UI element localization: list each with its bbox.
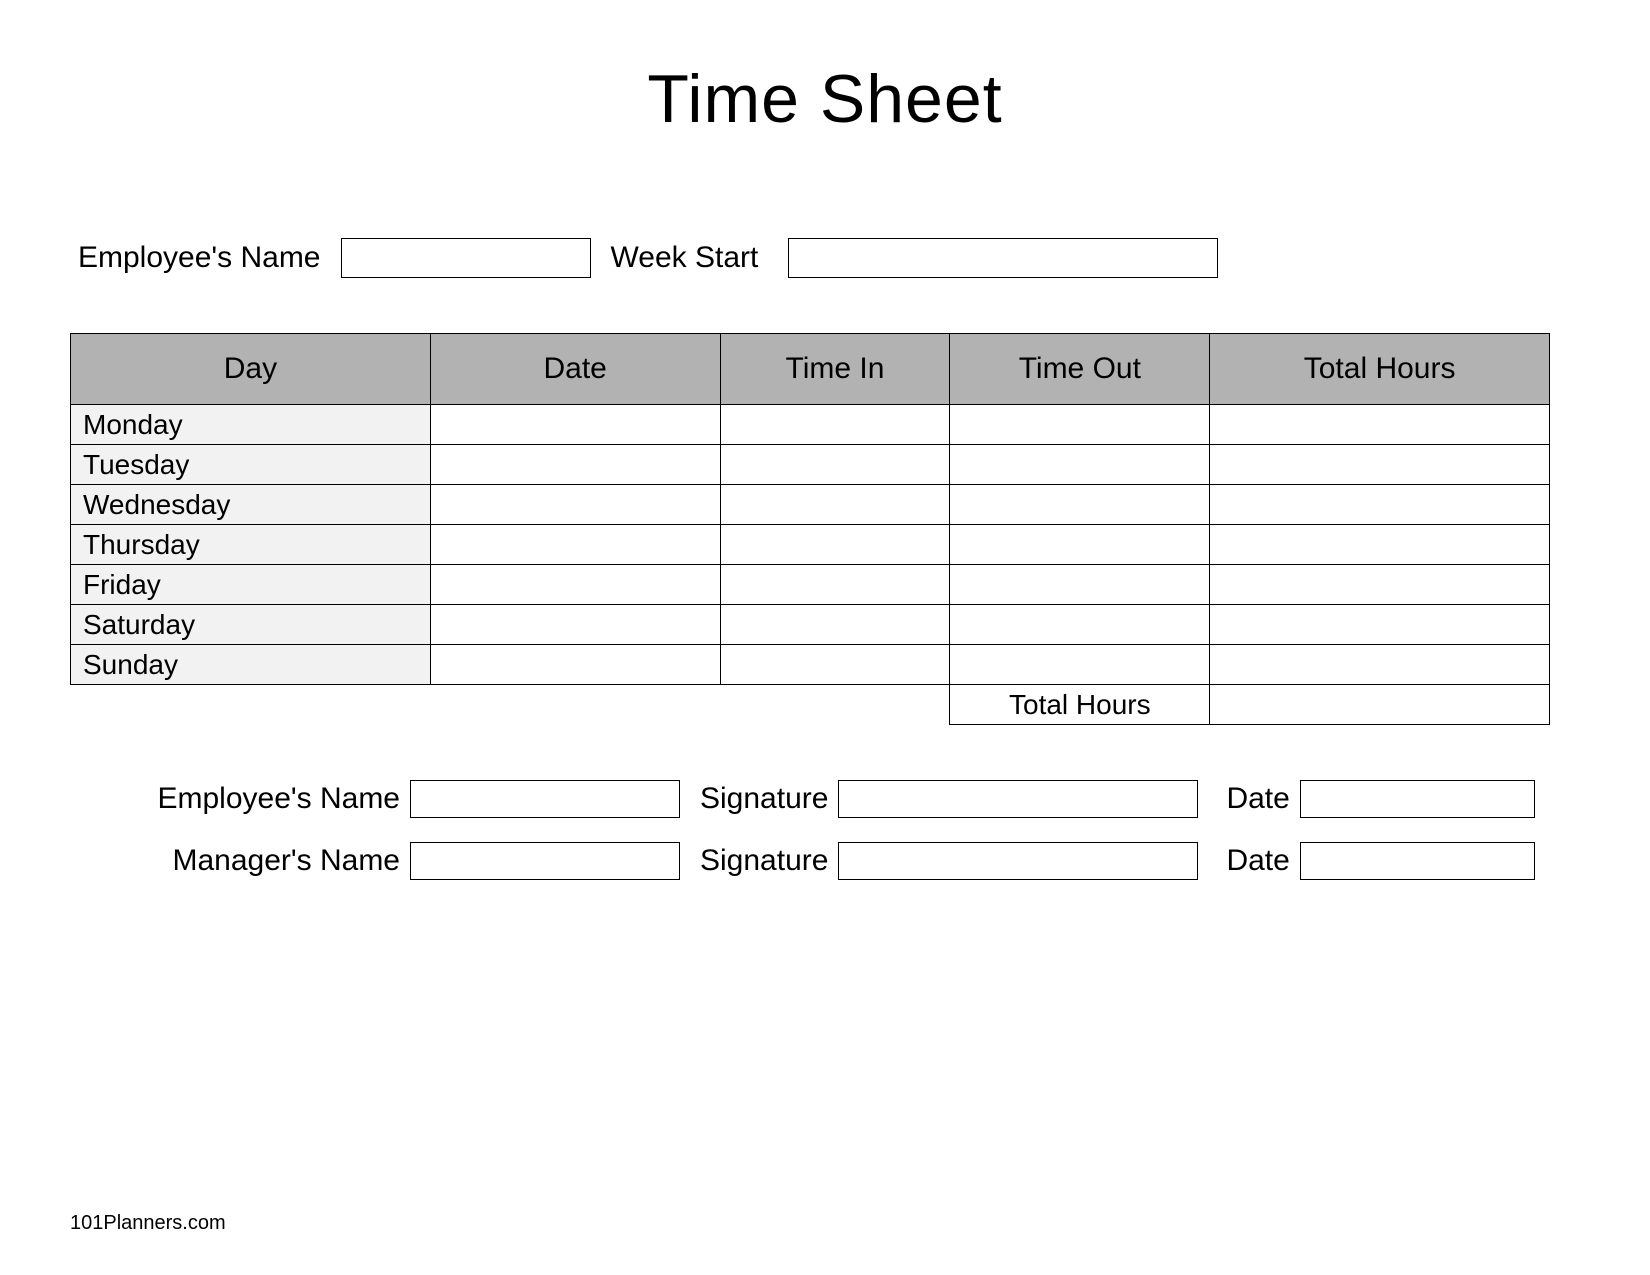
employee-signature-label: Signature	[700, 782, 828, 816]
cell-date[interactable]	[430, 405, 720, 445]
cell-date[interactable]	[430, 485, 720, 525]
cell-day: Sunday	[71, 645, 431, 685]
page-title: Time Sheet	[70, 60, 1580, 138]
employee-name-input[interactable]	[341, 238, 591, 278]
cell-time-out[interactable]	[950, 525, 1210, 565]
cell-time-in[interactable]	[720, 605, 950, 645]
cell-total[interactable]	[1210, 605, 1550, 645]
cell-total[interactable]	[1210, 565, 1550, 605]
table-row: Wednesday	[71, 485, 1550, 525]
header-total-hours: Total Hours	[1210, 334, 1550, 405]
employee-name-label: Employee's Name	[100, 782, 400, 816]
table-row: Monday	[71, 405, 1550, 445]
header-day: Day	[71, 334, 431, 405]
manager-date-label: Date	[1226, 844, 1289, 878]
table-row: Tuesday	[71, 445, 1550, 485]
spacer-cell	[430, 685, 720, 725]
cell-time-out[interactable]	[950, 565, 1210, 605]
cell-date[interactable]	[430, 525, 720, 565]
table-row: Friday	[71, 565, 1550, 605]
table-header-row: Day Date Time In Time Out Total Hours	[71, 334, 1550, 405]
cell-day: Monday	[71, 405, 431, 445]
cell-date[interactable]	[430, 645, 720, 685]
cell-time-in[interactable]	[720, 525, 950, 565]
signoff-section: Employee's Name Signature Date Manager's…	[70, 780, 1580, 880]
spacer-cell	[71, 685, 431, 725]
table-footer-row: Total Hours	[71, 685, 1550, 725]
cell-time-in[interactable]	[720, 645, 950, 685]
cell-day: Thursday	[71, 525, 431, 565]
table-row: Saturday	[71, 605, 1550, 645]
cell-day: Saturday	[71, 605, 431, 645]
cell-date[interactable]	[430, 565, 720, 605]
week-start-input[interactable]	[788, 238, 1218, 278]
cell-total[interactable]	[1210, 405, 1550, 445]
spacer-cell	[720, 685, 950, 725]
table-row: Sunday	[71, 645, 1550, 685]
employee-name-label: Employee's Name	[78, 241, 321, 275]
cell-time-out[interactable]	[950, 645, 1210, 685]
cell-time-out[interactable]	[950, 605, 1210, 645]
manager-signature-label: Signature	[700, 844, 828, 878]
cell-day: Friday	[71, 565, 431, 605]
manager-name-label: Manager's Name	[100, 844, 400, 878]
cell-time-in[interactable]	[720, 405, 950, 445]
table-row: Thursday	[71, 525, 1550, 565]
week-start-label: Week Start	[611, 241, 759, 275]
footer-brand: 101Planners.com	[70, 1212, 226, 1235]
cell-total[interactable]	[1210, 525, 1550, 565]
cell-day: Tuesday	[71, 445, 431, 485]
timesheet-table: Day Date Time In Time Out Total Hours Mo…	[70, 333, 1550, 725]
manager-signature-input[interactable]	[838, 842, 1198, 880]
manager-signoff-row: Manager's Name Signature Date	[100, 842, 1580, 880]
header-time-out: Time Out	[950, 334, 1210, 405]
employee-signature-input[interactable]	[838, 780, 1198, 818]
manager-date-input[interactable]	[1300, 842, 1535, 880]
employee-date-input[interactable]	[1300, 780, 1535, 818]
employee-signoff-row: Employee's Name Signature Date	[100, 780, 1580, 818]
header-fields: Employee's Name Week Start	[70, 238, 1580, 278]
cell-day: Wednesday	[71, 485, 431, 525]
cell-time-out[interactable]	[950, 445, 1210, 485]
cell-time-out[interactable]	[950, 485, 1210, 525]
total-hours-label: Total Hours	[950, 685, 1210, 725]
cell-time-in[interactable]	[720, 445, 950, 485]
cell-total[interactable]	[1210, 645, 1550, 685]
header-date: Date	[430, 334, 720, 405]
employee-date-label: Date	[1226, 782, 1289, 816]
cell-date[interactable]	[430, 445, 720, 485]
cell-time-in[interactable]	[720, 485, 950, 525]
cell-total[interactable]	[1210, 445, 1550, 485]
total-hours-value[interactable]	[1210, 685, 1550, 725]
employee-name-input[interactable]	[410, 780, 680, 818]
cell-date[interactable]	[430, 605, 720, 645]
manager-name-input[interactable]	[410, 842, 680, 880]
cell-time-in[interactable]	[720, 565, 950, 605]
cell-total[interactable]	[1210, 485, 1550, 525]
cell-time-out[interactable]	[950, 405, 1210, 445]
header-time-in: Time In	[720, 334, 950, 405]
